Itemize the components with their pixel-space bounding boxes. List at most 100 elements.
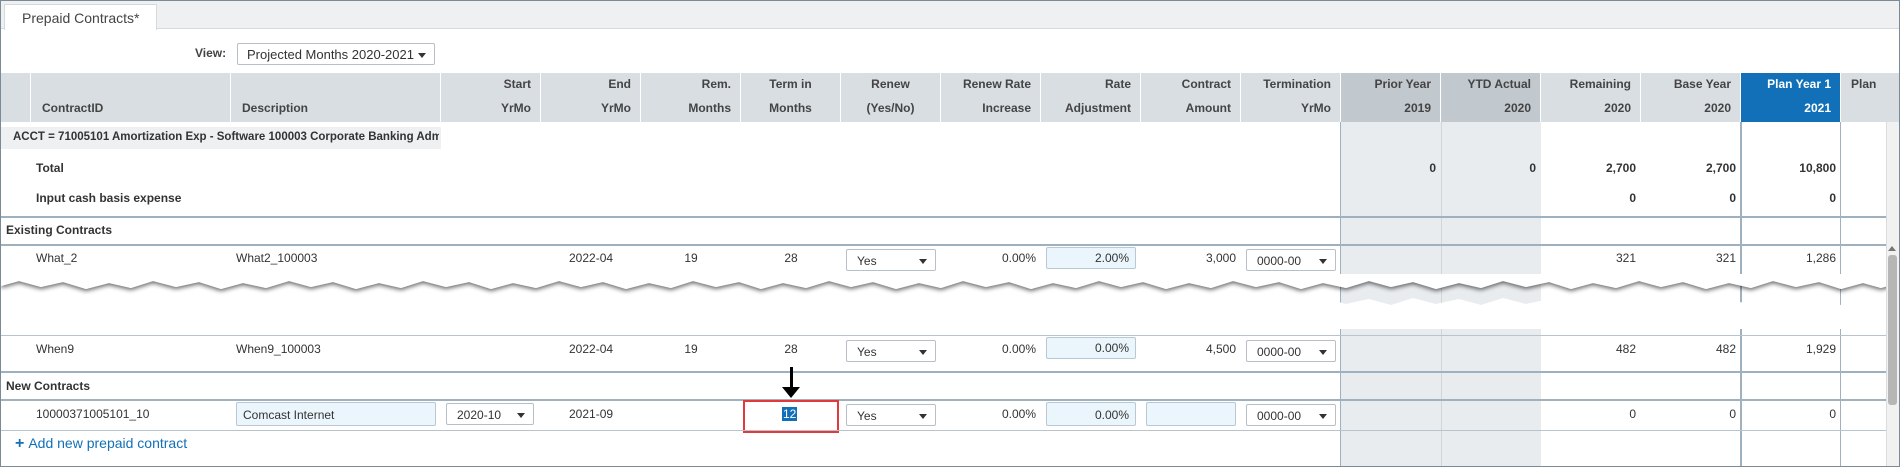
view-select-value: Projected Months 2020-2021 — [247, 47, 414, 62]
cash-base-year[interactable]: 0 — [1641, 191, 1736, 205]
view-select[interactable]: Projected Months 2020-2021 — [237, 43, 435, 65]
start-yrmo-select[interactable]: 2020-10 — [446, 403, 534, 425]
contract-description: What2_100003 — [236, 251, 318, 265]
cash-plan-year-1[interactable]: 0 — [1741, 191, 1836, 205]
col-header-termination[interactable]: Termination YrMo — [1241, 73, 1341, 122]
contract-end-yrmo: 2022-04 — [569, 342, 614, 356]
col-header-renew-rate[interactable]: Renew Rate Increase — [941, 73, 1041, 122]
section-divider — [1, 399, 1899, 401]
termination-select[interactable]: 0000-00 — [1246, 340, 1336, 362]
down-arrow-icon — [790, 367, 793, 389]
total-base-year: 2,700 — [1705, 161, 1736, 175]
col-header-label: Increase — [982, 101, 1031, 115]
contract-rem-months: 19 — [684, 342, 698, 356]
total-label: Total — [36, 161, 64, 175]
renew-rate-increase[interactable]: 0.00% — [941, 407, 1036, 421]
contract-base-year: 482 — [1715, 342, 1736, 356]
col-header-plan-year-2[interactable]: Plan — [1841, 73, 1899, 122]
contract-amount[interactable]: 4,500 — [1141, 342, 1236, 356]
col-header-label: Prior Year — [1374, 77, 1431, 91]
col-header-label: End — [608, 77, 631, 91]
vertical-scrollbar[interactable] — [1886, 122, 1899, 466]
cash-basis-label: Input cash basis expense — [36, 191, 182, 205]
contract-term-months[interactable]: 28 — [741, 251, 841, 265]
col-header-label: 2021 — [1804, 101, 1831, 115]
termination-select[interactable]: 0000-00 — [1246, 249, 1336, 271]
renew-select-value: Yes — [857, 254, 877, 268]
col-header-label: Contract — [1181, 77, 1231, 91]
contract-base-year: 321 — [1715, 251, 1736, 265]
termination-select-value: 0000-00 — [1257, 254, 1302, 268]
col-header-rem-months[interactable]: Rem. Months — [641, 73, 741, 122]
col-header-label: Months — [688, 101, 731, 115]
contract-amount[interactable]: 3,000 — [1141, 251, 1236, 265]
scrollbar-thumb[interactable] — [1888, 255, 1897, 405]
col-header-contract-amount[interactable]: Contract Amount — [1141, 73, 1241, 122]
chevron-down-icon — [919, 259, 927, 264]
add-new-prepaid-contract-link[interactable]: + Add new prepaid contract — [15, 435, 187, 453]
col-header-plan-year-1[interactable]: Plan Year 1 2021 — [1741, 73, 1841, 122]
contract-plan-year-1: 1,929 — [1805, 342, 1836, 356]
term-months-highlight-box — [743, 400, 839, 433]
contract-end-yrmo: 2022-04 — [569, 251, 614, 265]
col-header-term-months[interactable]: Term in Months — [741, 73, 841, 122]
chevron-down-icon — [1319, 350, 1327, 355]
termination-select[interactable]: 0000-00 — [1246, 404, 1336, 426]
contract-base-year: 0 — [1729, 407, 1736, 421]
col-header-label: YTD Actual — [1467, 77, 1531, 91]
col-header-label: YrMo — [601, 101, 631, 115]
contract-plan-year-1: 1,286 — [1805, 251, 1836, 265]
renew-rate-increase[interactable]: 0.00% — [941, 342, 1036, 356]
col-header-label: Months — [769, 101, 812, 115]
col-header-contractid[interactable]: ContractID — [31, 73, 231, 122]
contract-id: What_2 — [36, 251, 78, 265]
col-header-rate-adjustment[interactable]: Rate Adjustment — [1041, 73, 1141, 122]
renew-select[interactable]: Yes — [846, 249, 936, 271]
scroll-up-icon[interactable] — [1888, 246, 1896, 251]
col-header-end-yrmo[interactable]: End YrMo — [541, 73, 641, 122]
col-header-label: Remaining — [1569, 77, 1631, 91]
col-header-renew[interactable]: Renew (Yes/No) — [841, 73, 941, 122]
plus-icon: + — [15, 435, 25, 452]
down-arrow-icon-head — [782, 387, 800, 398]
col-header-description[interactable]: Description — [231, 73, 441, 122]
col-header-label: Amount — [1185, 101, 1231, 115]
renew-select[interactable]: Yes — [846, 404, 936, 426]
contract-id: When9 — [36, 342, 75, 356]
rate-adjustment-input[interactable]: 0.00% — [1046, 402, 1136, 426]
col-header-base-year[interactable]: Base Year 2020 — [1641, 73, 1741, 122]
contract-amount-input[interactable] — [1146, 402, 1236, 426]
renew-select[interactable]: Yes — [846, 340, 936, 362]
contract-end-yrmo: 2021-09 — [569, 407, 614, 421]
tab-strip: Prepaid Contracts* — [1, 1, 1899, 30]
contract-term-months[interactable]: 28 — [741, 342, 841, 356]
torn-edge-divider — [1, 274, 1899, 329]
rate-adjustment-input[interactable]: 0.00% — [1046, 337, 1136, 359]
total-remaining: 2,700 — [1605, 161, 1636, 175]
description-input[interactable]: Comcast Internet — [236, 402, 436, 426]
col-header-label: Termination — [1263, 77, 1331, 91]
col-header-remaining[interactable]: Remaining 2020 — [1541, 73, 1641, 122]
col-header-label: Base Year — [1673, 77, 1731, 91]
contract-description: When9_100003 — [236, 342, 321, 356]
col-header-prior-year[interactable]: Prior Year 2019 — [1341, 73, 1441, 122]
rate-adjustment-input[interactable]: 2.00% — [1046, 247, 1136, 269]
col-header-ytd-actual[interactable]: YTD Actual 2020 — [1441, 73, 1541, 122]
renew-select-value: Yes — [857, 345, 877, 359]
renew-rate-increase[interactable]: 0.00% — [941, 251, 1036, 265]
new-contracts-label: New Contracts — [6, 379, 91, 393]
cash-remaining[interactable]: 0 — [1541, 191, 1636, 205]
col-header-label: 2020 — [1504, 101, 1531, 115]
chevron-down-icon — [418, 53, 426, 58]
renew-select-value: Yes — [857, 409, 877, 423]
prepaid-contracts-window: Prepaid Contracts* View: Projected Month… — [0, 0, 1900, 467]
contract-plan-year-1: 0 — [1829, 407, 1836, 421]
col-header-label: Rem. — [701, 77, 731, 91]
chevron-down-icon — [1319, 259, 1327, 264]
chevron-down-icon — [919, 350, 927, 355]
tab-prepaid-contracts[interactable]: Prepaid Contracts* — [4, 4, 157, 30]
col-header-start-yrmo[interactable]: Start YrMo — [441, 73, 541, 122]
col-header-label: Renew Rate — [962, 77, 1031, 91]
col-header-label: Plan — [1851, 77, 1877, 91]
section-divider — [1, 244, 1899, 246]
